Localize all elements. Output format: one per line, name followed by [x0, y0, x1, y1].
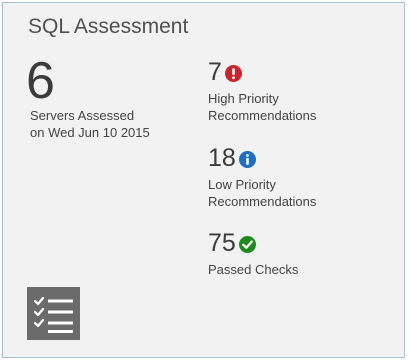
- servers-assessed-date: on Wed Jun 10 2015: [30, 125, 150, 140]
- info-icon: [238, 150, 256, 168]
- error-icon: [224, 64, 242, 82]
- high-priority-count: 7: [208, 58, 222, 86]
- high-priority-label-line1: High Priority: [208, 91, 279, 106]
- sql-assessment-tile[interactable]: SQL Assessment 6 Servers Assessed on Wed…: [2, 2, 405, 358]
- servers-assessed-label: Servers Assessed on Wed Jun 10 2015: [30, 107, 150, 141]
- tile-title: SQL Assessment: [28, 15, 189, 38]
- servers-assessed-count: 6: [26, 52, 55, 110]
- low-priority-count: 18: [208, 144, 236, 172]
- passed-checks-label: Passed Checks: [208, 262, 299, 277]
- low-priority-label-line1: Low Priority: [208, 177, 276, 192]
- passed-checks-stat: 75 Passed Checks: [208, 229, 298, 278]
- low-priority-label: Low Priority Recommendations: [208, 176, 316, 210]
- high-priority-label-line2: Recommendations: [208, 108, 317, 123]
- checklist-icon: [27, 287, 80, 340]
- high-priority-label: High Priority Recommendations: [208, 90, 316, 124]
- check-icon: [238, 235, 256, 253]
- passed-checks-count: 75: [208, 229, 236, 257]
- low-priority-stat: 18 Low Priority Recommendations: [208, 144, 316, 210]
- low-priority-label-line2: Recommendations: [208, 194, 317, 209]
- servers-assessed-label-line1: Servers Assessed: [30, 108, 135, 123]
- high-priority-stat: 7 High Priority Recommendations: [208, 58, 316, 124]
